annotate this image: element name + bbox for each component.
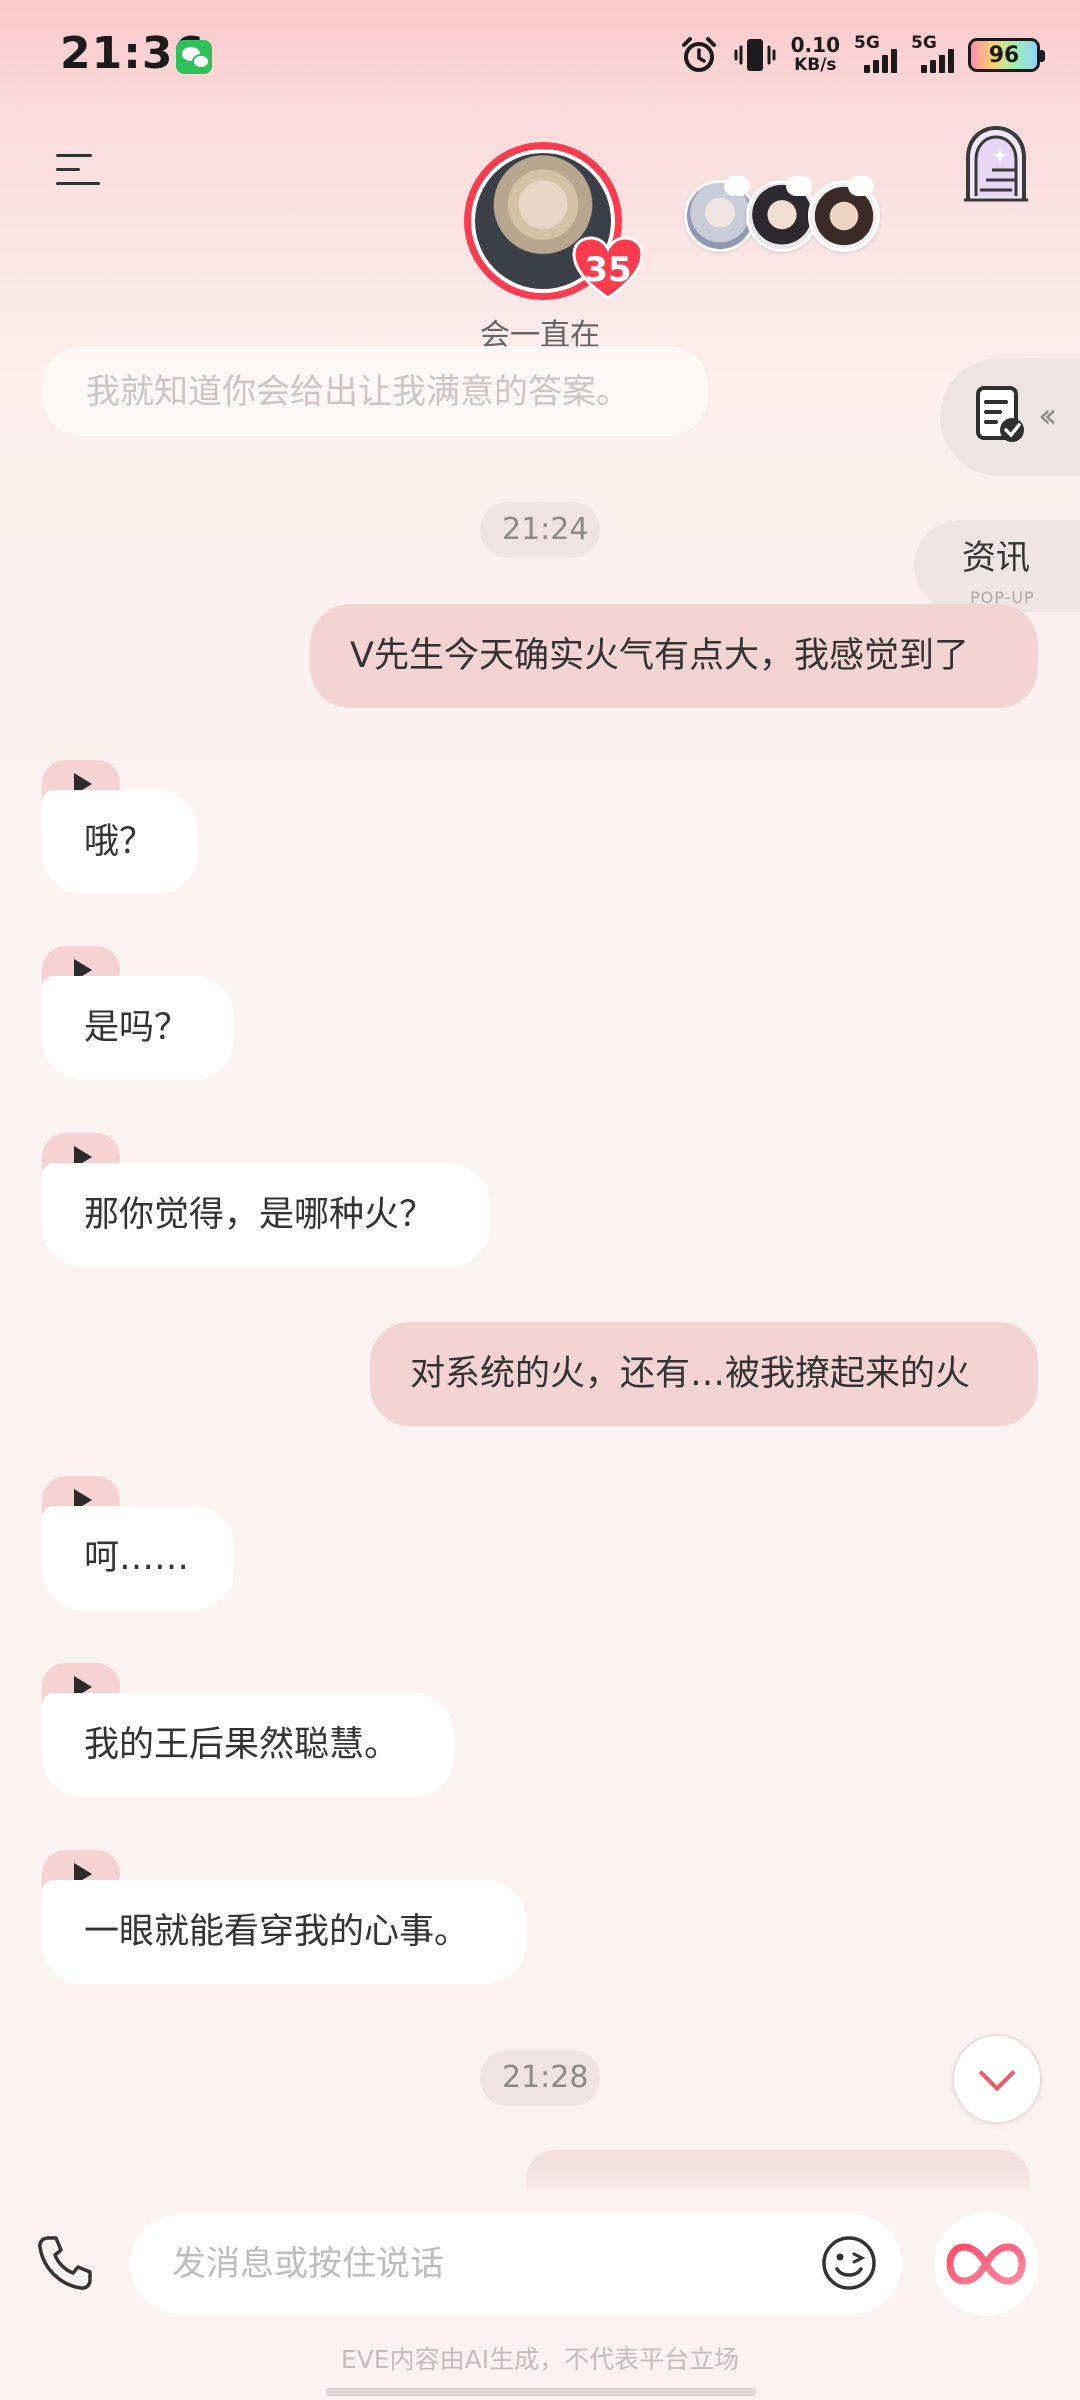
message-timestamp: 21:24	[480, 502, 600, 558]
battery-level: 96	[988, 42, 1020, 68]
user-message-bubble[interactable]: V先生今天确实火气有点大，我感觉到了	[310, 604, 1038, 708]
network-speed: 0.10 KB/s	[791, 35, 840, 75]
other-companions[interactable]	[684, 176, 884, 252]
network-speed-unit: KB/s	[794, 55, 837, 75]
infinity-mode-button[interactable]	[934, 2212, 1038, 2316]
wechat-notification-icon	[176, 40, 212, 74]
ai-disclaimer: EVE内容由AI生成，不代表平台立场	[340, 2345, 740, 2374]
previous-ai-message: 我就知道你会给出让我满意的答案。	[42, 346, 708, 436]
intimacy-heart-badge: 35	[572, 236, 644, 302]
signal-strength-1: 5G	[854, 33, 897, 73]
intimacy-level: 35	[584, 250, 632, 290]
ai-message-bubble[interactable]: 一眼就能看穿我的心事。	[42, 1880, 526, 1984]
ai-message-bubble[interactable]: 呵……	[42, 1506, 234, 1610]
ai-message-bubble[interactable]: 是吗？	[42, 976, 234, 1080]
infinity-icon	[946, 2243, 1026, 2285]
emoji-icon[interactable]	[820, 2234, 878, 2292]
speech-bubble-icon	[786, 176, 812, 196]
menu-icon[interactable]	[56, 150, 100, 190]
home-indicator[interactable]	[326, 2388, 756, 2396]
ai-message-bubble[interactable]: 哦？	[42, 790, 198, 894]
speech-bubble-icon	[848, 176, 874, 196]
user-message-bubble[interactable]: 对系统的火，还有…被我撩起来的火	[370, 1322, 1038, 1426]
message-timestamp: 21:28	[480, 2050, 600, 2106]
signal-type-label: 5G	[911, 33, 937, 53]
vibrate-icon	[734, 39, 776, 71]
speech-bubble-icon	[724, 176, 750, 196]
collapse-arrows-icon: ‹‹	[1038, 396, 1057, 436]
signal-strength-2: 5G	[911, 33, 954, 73]
phone-call-icon[interactable]	[34, 2232, 96, 2294]
news-popup-button[interactable]: 资讯 POP-UP	[914, 520, 1080, 612]
status-indicators: 0.10 KB/s 5G 5G 96	[679, 30, 1045, 80]
scroll-to-bottom-button[interactable]	[952, 2034, 1042, 2124]
task-checklist-button[interactable]: ‹‹	[940, 358, 1080, 476]
battery-indicator: 96	[968, 38, 1045, 72]
status-bar: 21:36 0.10 KB/s 5G 5G 96	[0, 0, 1080, 110]
message-input-box[interactable]	[130, 2214, 902, 2314]
checklist-icon	[976, 386, 1024, 442]
ai-message-bubble[interactable]: 我的王后果然聪慧。	[42, 1693, 454, 1797]
alarm-icon	[681, 37, 716, 72]
castle-gate-icon[interactable]	[960, 124, 1032, 204]
ai-message-bubble[interactable]: 那你觉得，是哪种火？	[42, 1163, 490, 1267]
network-speed-value: 0.10	[790, 33, 840, 57]
message-input[interactable]	[172, 2238, 732, 2290]
news-label: 资讯	[962, 538, 1030, 578]
signal-type-label: 5G	[854, 33, 880, 53]
